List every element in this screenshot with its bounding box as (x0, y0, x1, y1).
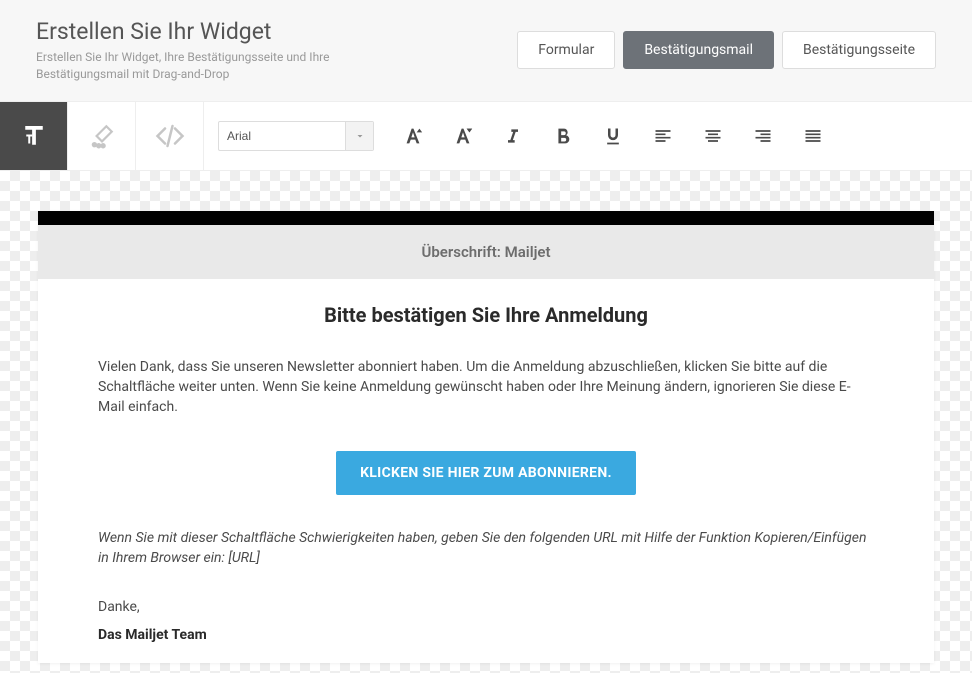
text-tool[interactable] (0, 102, 68, 170)
tab-formular[interactable]: Formular (517, 31, 615, 69)
tab-bestaetigungsmail[interactable]: Bestätigungsmail (623, 31, 774, 69)
email-thanks[interactable]: Danke, (98, 599, 874, 615)
style-brush-icon (89, 123, 115, 149)
code-icon (155, 121, 185, 151)
email-signature[interactable]: Das Mailjet Team (98, 627, 874, 643)
align-left-button[interactable] (652, 125, 674, 147)
email-top-bar (38, 211, 934, 225)
font-input[interactable] (219, 129, 345, 143)
cta-wrap: KLICKEN SIE HIER ZUM ABONNIEREN. (98, 417, 874, 529)
align-right-button[interactable] (752, 125, 774, 147)
toolbar-main (204, 102, 838, 170)
font-size-down-button[interactable] (452, 125, 474, 147)
email-body[interactable]: Bitte bestätigen Sie Ihre Anmeldung Viel… (38, 279, 934, 663)
tab-bestaetigungsseite[interactable]: Bestätigungsseite (782, 31, 936, 69)
italic-button[interactable] (502, 125, 524, 147)
side-tools (0, 102, 204, 170)
underline-button[interactable] (602, 125, 624, 147)
email-heading[interactable]: Bitte bestätigen Sie Ihre Anmeldung (98, 303, 874, 327)
text-icon (19, 121, 49, 151)
font-select[interactable] (218, 121, 374, 151)
email-paragraph[interactable]: Vielen Dank, dass Sie unseren Newsletter… (98, 357, 874, 418)
align-justify-button[interactable] (802, 125, 824, 147)
font-size-up-button[interactable] (402, 125, 424, 147)
page-header: Erstellen Sie Ihr Widget Erstellen Sie I… (0, 0, 972, 101)
font-dropdown-button[interactable] (345, 122, 373, 150)
email-fallback-text[interactable]: Wenn Sie mit dieser Schaltfläche Schwier… (98, 529, 874, 568)
page-title: Erstellen Sie Ihr Widget (36, 18, 416, 45)
email-header[interactable]: Überschrift: Mailjet (38, 225, 934, 279)
editor-toolbar (0, 101, 972, 171)
bold-button[interactable] (552, 125, 574, 147)
editor-canvas[interactable]: Überschrift: Mailjet Bitte bestätigen Si… (0, 171, 972, 673)
step-tabs: Formular Bestätigungsmail Bestätigungsse… (517, 31, 936, 69)
code-tool[interactable] (136, 102, 204, 170)
email-preview[interactable]: Überschrift: Mailjet Bitte bestätigen Si… (38, 211, 934, 663)
style-tool[interactable] (68, 102, 136, 170)
page-header-left: Erstellen Sie Ihr Widget Erstellen Sie I… (36, 18, 416, 83)
cta-button[interactable]: KLICKEN SIE HIER ZUM ABONNIEREN. (336, 451, 636, 495)
align-center-button[interactable] (702, 125, 724, 147)
chevron-down-icon (354, 130, 366, 142)
page-subtitle: Erstellen Sie Ihr Widget, Ihre Bestätigu… (36, 49, 416, 83)
